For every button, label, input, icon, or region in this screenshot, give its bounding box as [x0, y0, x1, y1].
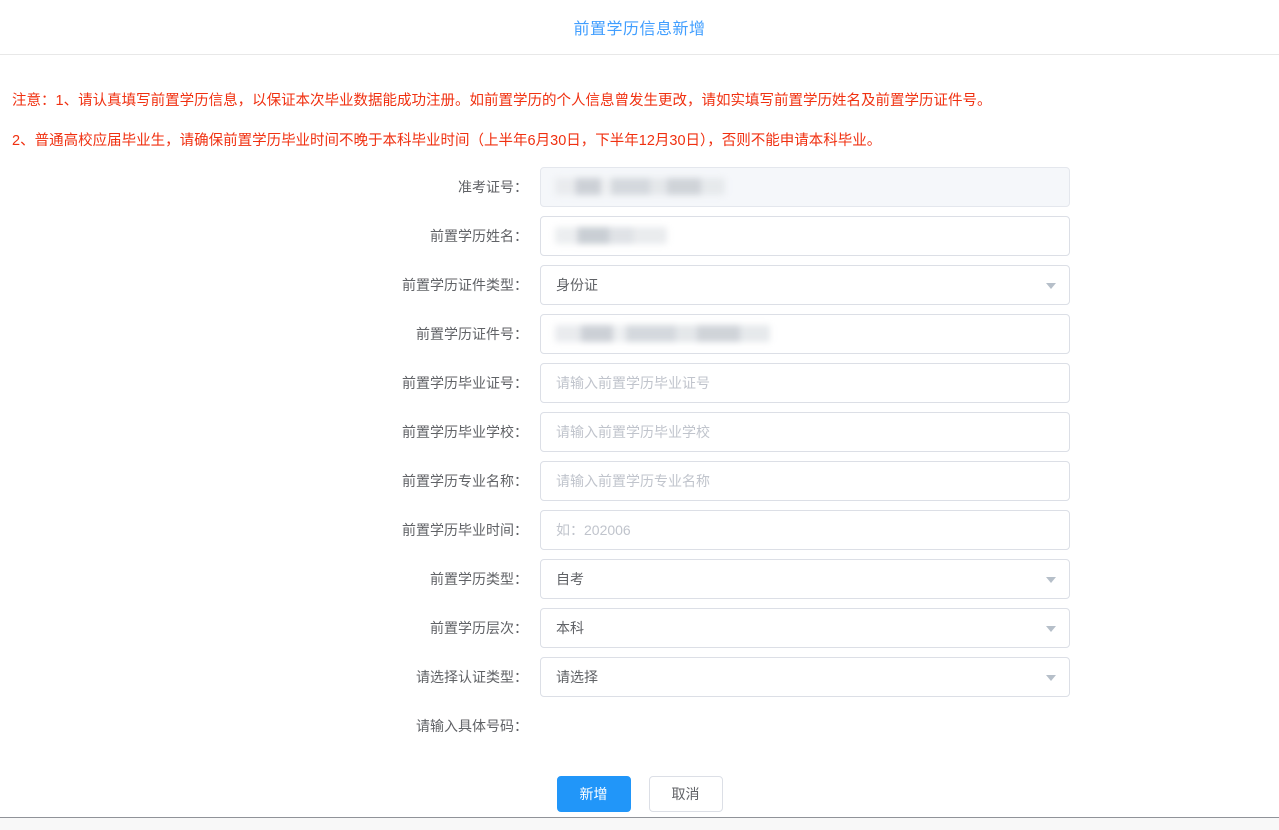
select-value: 本科	[556, 620, 584, 636]
form-row: 前置学历毕业学校：	[0, 412, 1279, 452]
form-field-control	[540, 461, 1070, 501]
prior-education-form: 准考证号： 前置学历姓名： 前置学历证件类型： 身份证前置学历证件号： 前置学历毕业证号…	[0, 167, 1279, 697]
select-value: 身份证	[556, 277, 598, 293]
notice-block: 注意：1、请认真填写前置学历信息，以保证本次毕业数据能成功注册。如前置学历的个人…	[0, 55, 1279, 151]
form-row: 前置学历姓名：	[0, 216, 1279, 256]
form-field-label: 请选择认证类型：	[416, 669, 528, 685]
form-field-label: 前置学历毕业证号：	[402, 375, 528, 391]
form-field-label: 前置学历证件类型：	[402, 277, 528, 293]
form-field-control	[540, 216, 1070, 256]
form-field-label: 前置学历类型：	[430, 571, 528, 587]
form-row: 前置学历类型： 自考	[0, 559, 1279, 599]
form-field-control	[540, 510, 1070, 550]
form-field-control	[540, 412, 1070, 452]
select-8[interactable]: 自考	[540, 559, 1070, 599]
chevron-down-icon	[1046, 577, 1056, 583]
chevron-down-icon	[1046, 626, 1056, 632]
select-9[interactable]: 本科	[540, 608, 1070, 648]
select-10[interactable]: 请选择	[540, 657, 1070, 697]
form-row: 前置学历证件类型： 身份证	[0, 265, 1279, 305]
form-scroll-area: 注意：1、请认真填写前置学历信息，以保证本次毕业数据能成功注册。如前置学历的个人…	[0, 55, 1279, 762]
select-2[interactable]: 身份证	[540, 265, 1070, 305]
form-field-label: 前置学历毕业学校：	[402, 424, 528, 440]
input-1[interactable]	[540, 216, 1070, 256]
input-7[interactable]	[540, 510, 1070, 550]
form-row: 前置学历毕业证号：	[0, 363, 1279, 403]
select-value: 请选择	[556, 669, 598, 685]
page-title: 前置学历信息新增	[573, 21, 706, 38]
input-3[interactable]	[540, 314, 1070, 354]
form-row: 前置学历层次： 本科	[0, 608, 1279, 648]
form-row: 准考证号：	[0, 167, 1279, 207]
footer-strip	[0, 818, 1279, 830]
chevron-down-icon	[1046, 675, 1056, 681]
form-field-label: 准考证号：	[458, 179, 528, 195]
form-row: 前置学历证件号：	[0, 314, 1279, 354]
cancel-button[interactable]: 取消	[648, 776, 723, 812]
select-value: 自考	[556, 571, 584, 587]
form-field-control: 请选择	[540, 657, 1070, 697]
page-header: 前置学历信息新增	[0, 0, 1279, 55]
cutoff-label: 请输入具体号码：	[416, 718, 528, 734]
notice-line-1: 注意：1、请认真填写前置学历信息，以保证本次毕业数据能成功注册。如前置学历的个人…	[12, 93, 992, 109]
form-row: 前置学历专业名称：	[0, 461, 1279, 501]
form-row: 请选择认证类型： 请选择	[0, 657, 1279, 697]
input-6[interactable]	[540, 461, 1070, 501]
form-field-label: 前置学历专业名称：	[402, 473, 528, 489]
input-5[interactable]	[540, 412, 1070, 452]
notice-line-2: 2、普通高校应届毕业生，请确保前置学历毕业时间不晚于本科毕业时间（上半年6月30…	[12, 133, 882, 149]
form-row: 前置学历毕业时间：	[0, 510, 1279, 550]
submit-button[interactable]: 新增	[556, 776, 631, 812]
form-field-label: 前置学历证件号：	[416, 326, 528, 342]
input-0	[540, 167, 1070, 207]
form-field-control: 身份证	[540, 265, 1070, 305]
form-field-control: 本科	[540, 608, 1070, 648]
chevron-down-icon	[1046, 283, 1056, 289]
form-field-control	[540, 167, 1070, 207]
form-field-control	[540, 363, 1070, 403]
form-field-label: 前置学历毕业时间：	[402, 522, 528, 538]
form-field-control	[540, 314, 1070, 354]
form-field-label: 前置学历姓名：	[430, 228, 528, 244]
input-4[interactable]	[540, 363, 1070, 403]
form-field-label: 前置学历层次：	[430, 620, 528, 636]
form-field-control: 自考	[540, 559, 1070, 599]
